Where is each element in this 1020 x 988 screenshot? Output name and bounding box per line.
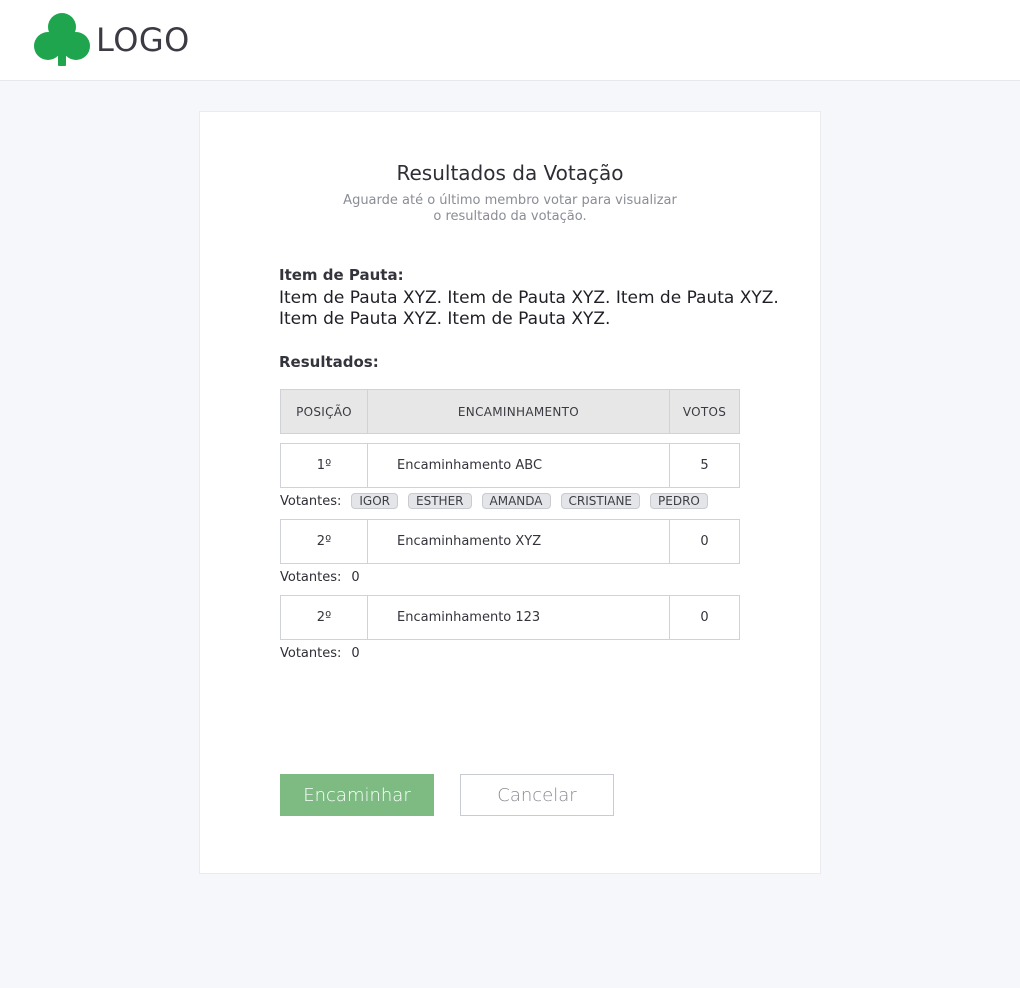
logo-text: LOGO	[96, 21, 190, 59]
row-referral: Encaminhamento XYZ	[368, 520, 670, 563]
voter-chip: IGOR	[351, 493, 399, 509]
table-row: 2º Encaminhamento XYZ 0	[280, 519, 740, 564]
voters-list: Votantes: 0	[280, 644, 360, 662]
row-votes: 0	[700, 534, 709, 549]
row-position: 2º	[281, 520, 368, 563]
subtitle-line-1: Aguarde até o último membro votar para v…	[343, 193, 677, 208]
row-votes: 5	[700, 458, 709, 473]
table-header: POSIÇÃO ENCAMINHAMENTO VOTOS	[280, 389, 740, 434]
subtitle-line-2: o resultado da votação.	[433, 209, 587, 224]
top-bar: LOGO	[0, 0, 1020, 81]
voters-list: Votantes: IGOR ESTHER AMANDA CRISTIANE P…	[280, 492, 718, 510]
logo[interactable]: LOGO	[34, 12, 190, 68]
row-position: 2º	[281, 596, 368, 639]
row-referral: Encaminhamento 123	[368, 596, 670, 639]
page-subtitle: Aguarde até o último membro votar para v…	[200, 193, 820, 225]
voters-count: 0	[351, 569, 360, 585]
agenda-item-label: Item de Pauta:	[279, 266, 404, 284]
agenda-item-text: Item de Pauta XYZ. Item de Pauta XYZ. It…	[279, 288, 779, 329]
voters-label: Votantes:	[280, 493, 342, 509]
header-position: POSIÇÃO	[281, 390, 368, 433]
cancel-button[interactable]: Cancelar	[460, 774, 614, 816]
header-referral: ENCAMINHAMENTO	[368, 390, 670, 433]
voter-chip: CRISTIANE	[560, 493, 641, 509]
row-referral: Encaminhamento ABC	[368, 444, 670, 487]
row-votes: 0	[700, 610, 709, 625]
club-logo-icon	[34, 13, 90, 66]
voter-chip: AMANDA	[481, 493, 551, 509]
voter-chip: ESTHER	[408, 493, 472, 509]
results-label: Resultados:	[279, 353, 379, 371]
voters-label: Votantes:	[280, 569, 342, 585]
page-title: Resultados da Votação	[396, 161, 624, 185]
voters-label: Votantes:	[280, 645, 342, 661]
voters-count: 0	[351, 645, 360, 661]
voting-results-card: Resultados da Votação Aguarde até o últi…	[199, 111, 821, 874]
table-row: 2º Encaminhamento 123 0	[280, 595, 740, 640]
voter-chip: PEDRO	[650, 493, 708, 509]
table-row: 1º Encaminhamento ABC 5	[280, 443, 740, 488]
header-votes: VOTOS	[682, 404, 727, 419]
forward-button[interactable]: Encaminhar	[280, 774, 434, 816]
row-position: 1º	[281, 444, 368, 487]
voters-list: Votantes: 0	[280, 568, 360, 586]
